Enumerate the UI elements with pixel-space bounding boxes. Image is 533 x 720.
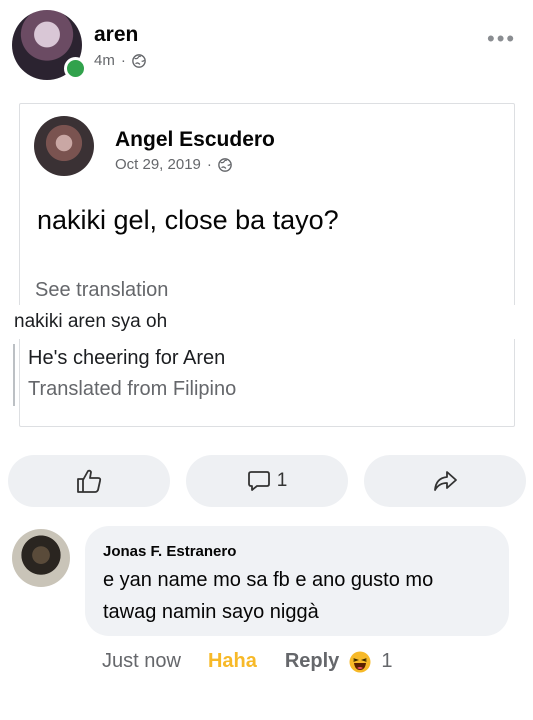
reply-button[interactable]: Reply — [285, 650, 339, 673]
comment-text-line-1: e yan name mo sa fb e ano gusto mo — [103, 569, 434, 591]
meta-separator: · — [206, 156, 212, 173]
shared-post-text: nakiki gel, close ba tayo? — [37, 205, 339, 235]
see-translation-link[interactable]: See translation — [35, 279, 168, 302]
comment-text-line-2: tawag namin sayo niggà — [103, 601, 319, 623]
commenter-avatar[interactable] — [12, 529, 70, 587]
post-meta: 4m · — [94, 52, 146, 69]
meta-separator: · — [120, 52, 126, 69]
comment-count: 1 — [276, 470, 288, 491]
globe-icon — [218, 157, 232, 172]
haha-reaction-button[interactable]: Haha — [208, 650, 257, 673]
post-author-name[interactable]: aren — [94, 23, 138, 47]
thumbs-up-icon — [77, 469, 102, 493]
comment-button[interactable]: 1 — [186, 455, 348, 507]
share-icon — [434, 471, 457, 491]
more-options-icon[interactable]: ••• — [487, 26, 516, 52]
translated-from-label[interactable]: Translated from Filipino — [28, 378, 236, 401]
shared-author-avatar[interactable] — [34, 116, 94, 176]
globe-icon — [132, 53, 146, 68]
comment-icon — [247, 471, 270, 491]
comment-time[interactable]: Just now — [102, 650, 181, 673]
shared-author-name[interactable]: Angel Escudero — [115, 128, 275, 152]
translation-quote-bar — [13, 344, 15, 406]
haha-emoji-icon[interactable] — [349, 651, 371, 673]
translation-text: He's cheering for Aren — [28, 347, 226, 369]
online-status-indicator — [64, 57, 87, 80]
comment-actions: Just now Haha Reply 1 — [102, 650, 392, 673]
post-caption: nakiki aren sya oh — [14, 311, 168, 332]
reaction-count: 1 — [381, 650, 393, 672]
shared-post-meta: Oct 29, 2019 · — [115, 156, 232, 173]
like-button[interactable] — [8, 455, 170, 507]
share-button[interactable] — [364, 455, 526, 507]
shared-post-date[interactable]: Oct 29, 2019 — [115, 156, 201, 173]
comment-author-name[interactable]: Jonas F. Estranero — [103, 543, 236, 560]
post-time[interactable]: 4m — [94, 52, 115, 69]
